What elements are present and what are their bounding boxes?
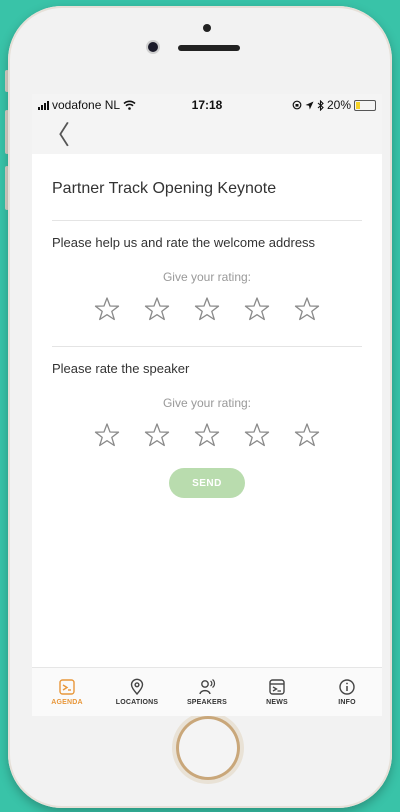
status-bar: vodafone NL 17:18 20%: [32, 94, 382, 116]
tab-label: INFO: [338, 699, 356, 706]
star-rating: [52, 422, 362, 448]
divider: [52, 346, 362, 347]
session-title: Partner Track Opening Keynote: [52, 180, 362, 221]
screen: vodafone NL 17:18 20% 〈 Partner Track Op…: [32, 94, 382, 716]
question-text: Please rate the speaker: [52, 361, 190, 376]
star-icon[interactable]: [94, 296, 120, 322]
tab-info[interactable]: INFO: [312, 668, 382, 716]
tab-speakers[interactable]: SPEAKERS: [172, 668, 242, 716]
stage: vodafone NL 17:18 20% 〈 Partner Track Op…: [0, 0, 400, 812]
earpiece-speaker: [178, 45, 240, 51]
star-icon[interactable]: [94, 422, 120, 448]
star-icon[interactable]: [244, 296, 270, 322]
star-icon[interactable]: [194, 422, 220, 448]
news-icon: [269, 679, 285, 695]
star-icon[interactable]: [194, 296, 220, 322]
rating-hint: Give your rating:: [162, 396, 252, 410]
question-block-welcome: Please help us and rate the welcome addr…: [52, 235, 362, 346]
star-rating: [52, 296, 362, 346]
tab-locations[interactable]: LOCATIONS: [102, 668, 172, 716]
location-pin-icon: [130, 678, 144, 696]
star-icon[interactable]: [144, 296, 170, 322]
tab-bar: AGENDA LOCATIONS SPEAKERS NEWS INFO: [32, 667, 382, 716]
tab-news[interactable]: NEWS: [242, 668, 312, 716]
navigation-bar: 〈: [32, 116, 382, 154]
info-icon: [339, 679, 355, 695]
back-button[interactable]: 〈: [44, 122, 70, 148]
rating-hint: Give your rating:: [162, 270, 252, 284]
question-text: Please help us and rate the welcome addr…: [52, 235, 316, 250]
send-button[interactable]: SEND: [169, 468, 245, 498]
tab-label: SPEAKERS: [186, 699, 228, 706]
battery-icon: [354, 99, 376, 111]
home-button[interactable]: [176, 716, 240, 780]
tab-label: LOCATIONS: [115, 699, 159, 706]
front-camera: [148, 42, 158, 52]
survey-content: Partner Track Opening Keynote Please hel…: [32, 180, 382, 498]
tab-label: AGENDA: [51, 699, 83, 706]
status-time: 17:18: [191, 98, 223, 112]
tab-agenda[interactable]: AGENDA: [32, 668, 102, 716]
star-icon[interactable]: [144, 422, 170, 448]
tab-label: NEWS: [266, 699, 288, 706]
star-icon[interactable]: [294, 422, 320, 448]
star-icon[interactable]: [294, 296, 320, 322]
question-block-speaker: Please rate the speaker Give your rating…: [52, 361, 362, 448]
proximity-sensor: [203, 24, 211, 32]
speaker-icon: [199, 679, 216, 695]
star-icon[interactable]: [244, 422, 270, 448]
agenda-icon: [59, 679, 75, 695]
